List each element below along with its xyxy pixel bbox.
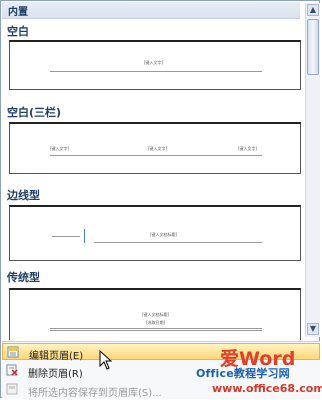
section-label-blank-three-column: 空白(三栏) — [7, 106, 62, 119]
header-rule — [50, 155, 262, 156]
mouse-cursor-icon — [99, 350, 113, 370]
header-gallery-panel: 内置 空白 [键入文字] 空白(三栏) [键入文字] [键入文字] [键入文字]… — [0, 0, 320, 399]
placeholder-text: [键入文档标题] — [142, 312, 170, 317]
menu-item-label: 编辑页眉(E) — [29, 351, 84, 362]
delete-header-icon — [6, 364, 18, 376]
gallery-header: 内置 — [2, 2, 300, 19]
placeholder-text: [键入文字] — [144, 60, 164, 65]
placeholder-text: [键入文档标题] — [150, 232, 178, 237]
menu-item-label: 将所选内容保存到页眉库(S)... — [28, 388, 162, 399]
save-selection-icon — [6, 383, 18, 395]
thumbnail-traditional[interactable]: [键入文档标题] [选取日期] — [9, 288, 301, 340]
scroll-thumb[interactable] — [307, 19, 319, 75]
thumbnail-border-style[interactable]: [键入文档标题] — [9, 205, 301, 261]
placeholder-text: [键入文字] — [50, 146, 70, 151]
section-label-traditional: 传统型 — [7, 271, 40, 284]
thumbnail-blank-three-column[interactable]: [键入文字] [键入文字] [键入文字] — [9, 122, 301, 174]
gallery-header-label: 内置 — [8, 7, 28, 18]
edit-header-icon — [7, 346, 19, 358]
section-label-blank: 空白 — [7, 25, 29, 38]
header-rule-secondary — [50, 330, 262, 331]
scroll-down-button[interactable]: ▼ — [307, 323, 319, 335]
vertical-accent-line — [84, 229, 85, 243]
watermark-site-name: Office教程学习网 — [196, 367, 290, 380]
header-rule — [50, 71, 262, 72]
header-rule — [50, 328, 262, 329]
placeholder-text: [键入文字] — [148, 146, 168, 151]
placeholder-text: [键入文字] — [238, 146, 258, 151]
placeholder-text: [选取日期] — [146, 320, 166, 325]
vertical-scrollbar[interactable]: ▲ ▼ — [305, 3, 320, 337]
thumbnail-blank[interactable]: [键入文字] — [9, 40, 301, 90]
watermark-url: www.office68.com — [212, 382, 322, 395]
header-rule — [94, 242, 262, 243]
scroll-up-button[interactable]: ▲ — [307, 4, 319, 16]
section-label-border-style: 边线型 — [7, 189, 40, 202]
menu-item-label: 删除页眉(R) — [28, 369, 83, 380]
side-rule — [52, 236, 80, 237]
